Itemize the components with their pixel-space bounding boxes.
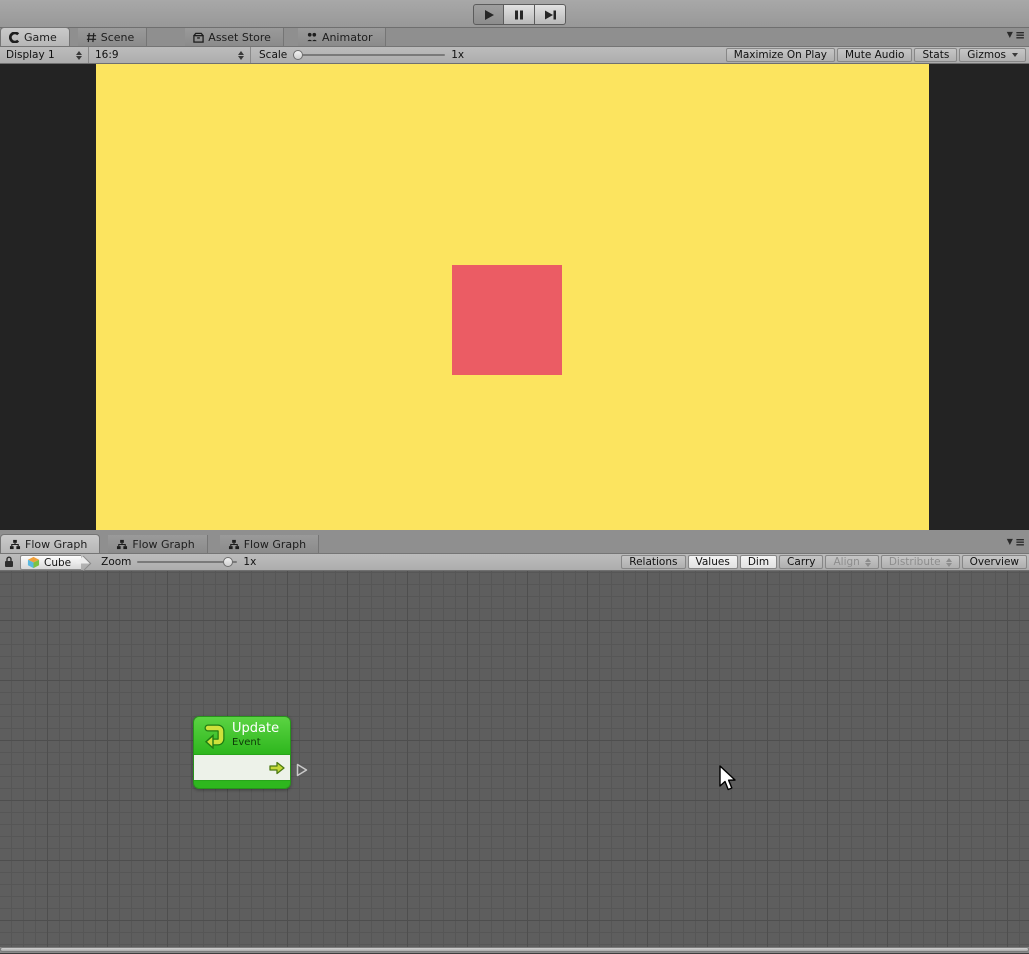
- distribute-dropdown-button[interactable]: Distribute: [881, 555, 960, 569]
- play-button[interactable]: [473, 4, 504, 25]
- mute-audio-button[interactable]: Mute Audio: [837, 48, 912, 62]
- dropdown-arrows-icon: [946, 558, 952, 567]
- flow-graph-canvas[interactable]: [0, 571, 1029, 947]
- tab-label: Flow Graph: [244, 538, 306, 551]
- animator-people-icon: [306, 32, 318, 43]
- dropdown-arrows-icon: [76, 51, 82, 60]
- graph-breadcrumb-cube[interactable]: Cube: [20, 555, 81, 570]
- panel-menu-icon[interactable]: ▼≡: [1007, 30, 1025, 40]
- game-view-icon: [9, 32, 20, 43]
- scene-grid-icon: [86, 32, 97, 43]
- tab-flow-graph-3[interactable]: Flow Graph: [220, 535, 319, 553]
- tab-label: Flow Graph: [132, 538, 194, 551]
- overview-button[interactable]: Overview: [962, 555, 1027, 569]
- zoom-slider-thumb[interactable]: [223, 557, 233, 567]
- display-dropdown[interactable]: Display 1: [0, 47, 89, 63]
- tab-asset-store[interactable]: Asset Store: [185, 28, 284, 46]
- scale-value: 1x: [445, 47, 470, 63]
- pause-icon: [513, 9, 525, 21]
- output-connection-triangle-icon[interactable]: [296, 763, 308, 777]
- flow-panel-tabbar: Flow Graph Flow Graph Flow Graph ▼≡: [0, 530, 1029, 554]
- cube-icon: [27, 556, 40, 569]
- play-icon: [483, 9, 495, 21]
- dim-button[interactable]: Dim: [740, 555, 777, 569]
- zoom-value: 1x: [237, 554, 262, 570]
- tab-scene[interactable]: Scene: [78, 28, 148, 46]
- tab-flow-graph-2[interactable]: Flow Graph: [108, 535, 207, 553]
- tab-label: Game: [24, 31, 57, 44]
- node-title: Update: [232, 722, 279, 737]
- unity-editor-window: Game Scene Asset Store Animator ▼≡ Displ…: [0, 0, 1029, 954]
- asset-store-box-icon: [193, 32, 204, 43]
- update-event-node-body: [194, 754, 290, 781]
- values-button[interactable]: Values: [688, 555, 738, 569]
- aspect-ratio-dropdown[interactable]: 16:9: [89, 47, 251, 63]
- stats-button[interactable]: Stats: [914, 48, 957, 62]
- step-button[interactable]: [535, 4, 566, 25]
- gizmos-dropdown-button[interactable]: Gizmos: [959, 48, 1026, 62]
- dropdown-arrows-icon: [865, 558, 871, 567]
- loop-arrow-icon: [200, 723, 226, 749]
- tab-flow-graph-1[interactable]: Flow Graph: [0, 534, 100, 553]
- carry-button[interactable]: Carry: [779, 555, 823, 569]
- update-event-node-footer: [194, 781, 290, 788]
- zoom-label: Zoom: [91, 554, 137, 570]
- tab-label: Scene: [101, 31, 135, 44]
- scale-slider-thumb[interactable]: [293, 50, 303, 60]
- maximize-on-play-button[interactable]: Maximize On Play: [726, 48, 835, 62]
- scale-slider[interactable]: [293, 47, 445, 63]
- flow-graph-toolbar: Cube Zoom 1x Relations Values Dim Carry …: [0, 554, 1029, 571]
- main-toolbar: [0, 0, 1029, 28]
- zoom-slider[interactable]: [137, 554, 237, 570]
- lock-icon[interactable]: [4, 554, 14, 570]
- tab-animator[interactable]: Animator: [298, 28, 386, 46]
- transport-controls: [473, 4, 566, 25]
- relations-button[interactable]: Relations: [621, 555, 685, 569]
- game-view-toolbar: Display 1 16:9 Scale 1x Maximize On Play…: [0, 47, 1029, 64]
- flow-graph-icon: [116, 539, 128, 550]
- flow-graph-icon: [228, 539, 240, 550]
- align-dropdown-button[interactable]: Align: [825, 555, 878, 569]
- game-render-surface: [96, 64, 929, 530]
- tab-label: Animator: [322, 31, 373, 44]
- flow-graph-icon: [9, 539, 21, 550]
- tab-game[interactable]: Game: [0, 27, 70, 46]
- tab-label: Flow Graph: [25, 538, 87, 551]
- dropdown-arrows-icon: [238, 51, 244, 60]
- game-red-square: [452, 265, 562, 375]
- pause-button[interactable]: [504, 4, 535, 25]
- step-forward-icon: [544, 9, 557, 21]
- arrow-right-port-icon[interactable]: [268, 761, 286, 775]
- mouse-cursor-icon: [718, 765, 738, 793]
- game-viewport: [0, 64, 1029, 530]
- update-event-node-header[interactable]: Update Event: [194, 717, 290, 754]
- scale-label: Scale: [251, 47, 293, 63]
- update-event-node[interactable]: Update Event: [193, 716, 291, 789]
- horizontal-scrollbar-thumb[interactable]: [0, 947, 1029, 952]
- panel-menu-icon[interactable]: ▼≡: [1007, 537, 1025, 547]
- game-panel-tabbar: Game Scene Asset Store Animator ▼≡: [0, 28, 1029, 47]
- dropdown-arrow-icon: [1012, 53, 1018, 57]
- node-subtitle: Event: [232, 737, 279, 749]
- tab-label: Asset Store: [208, 31, 271, 44]
